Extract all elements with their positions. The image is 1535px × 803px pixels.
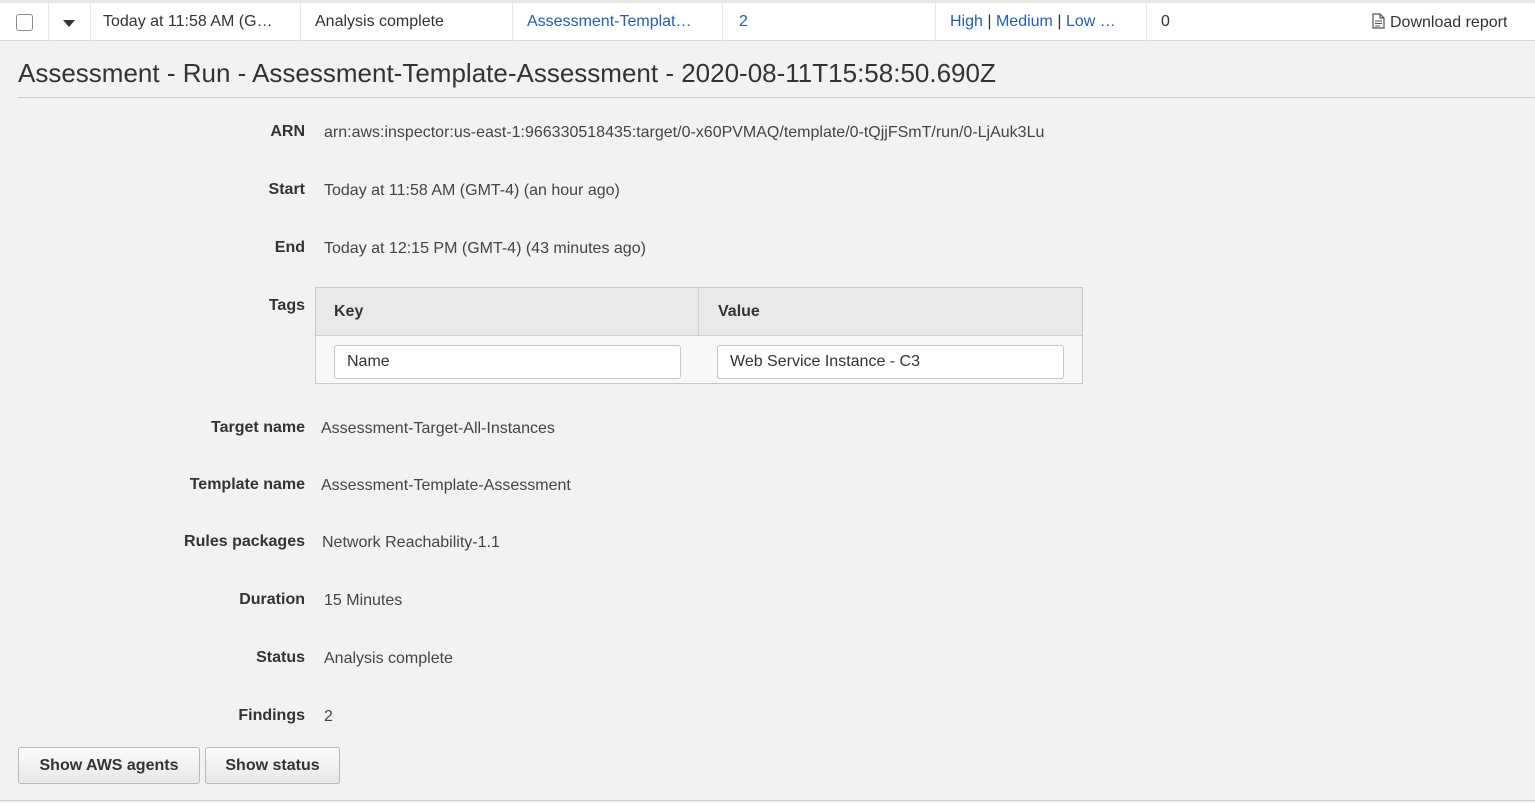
row-count: 0 bbox=[1161, 13, 1170, 30]
tags-value-header: Value bbox=[718, 303, 760, 320]
row-findings-link[interactable]: 2 bbox=[739, 13, 748, 31]
severity-medium-link[interactable]: Medium bbox=[996, 13, 1053, 30]
chevron-down-icon[interactable] bbox=[63, 20, 75, 27]
end-label: End bbox=[274, 239, 305, 256]
target-name-label: Target name bbox=[211, 419, 305, 436]
tags-table: Key Value bbox=[315, 287, 1083, 384]
column-divider bbox=[300, 3, 301, 41]
column-divider bbox=[1146, 3, 1147, 41]
severity-separator: | bbox=[1057, 13, 1062, 30]
duration-value: 15 Minutes bbox=[324, 592, 403, 609]
bottom-divider bbox=[0, 800, 1535, 801]
severity-high-link[interactable]: High bbox=[950, 13, 983, 30]
row-start-time: Today at 11:58 AM (G… bbox=[103, 13, 273, 30]
tags-label: Tags bbox=[268, 297, 305, 314]
download-report-label: Download report bbox=[1390, 14, 1508, 31]
assessment-run-row: Today at 11:58 AM (G… Analysis complete … bbox=[0, 0, 1535, 41]
document-icon bbox=[1372, 13, 1385, 29]
rules-package-link[interactable]: Network Reachability-1.1 bbox=[322, 534, 500, 552]
tags-table-header: Key Value bbox=[316, 288, 1082, 336]
start-label: Start bbox=[268, 181, 305, 198]
column-divider bbox=[48, 3, 49, 41]
end-value: Today at 12:15 PM (GMT-4) (43 minutes ag… bbox=[324, 240, 646, 257]
duration-label: Duration bbox=[239, 591, 305, 608]
column-divider bbox=[935, 3, 936, 41]
start-value: Today at 11:58 AM (GMT-4) (an hour ago) bbox=[324, 182, 620, 199]
column-divider bbox=[90, 3, 91, 41]
show-aws-agents-button[interactable]: Show AWS agents bbox=[18, 747, 200, 784]
download-report-button[interactable]: Download report bbox=[1372, 13, 1507, 32]
row-checkbox[interactable] bbox=[16, 14, 33, 31]
row-status: Analysis complete bbox=[315, 13, 444, 30]
tag-value-field[interactable] bbox=[717, 345, 1064, 379]
column-divider bbox=[722, 3, 723, 41]
arn-value: arn:aws:inspector:us-east-1:966330518435… bbox=[324, 124, 1045, 141]
status-value: Analysis complete bbox=[324, 650, 453, 667]
row-template-link[interactable]: Assessment-Templat… bbox=[527, 13, 707, 31]
tags-key-header: Key bbox=[334, 303, 364, 320]
show-status-button[interactable]: Show status bbox=[205, 747, 340, 784]
title-divider bbox=[18, 97, 1535, 98]
template-name-link[interactable]: Assessment-Template-Assessment bbox=[321, 477, 571, 495]
findings-link[interactable]: 2 bbox=[324, 708, 333, 726]
arn-label: ARN bbox=[270, 123, 305, 140]
page-title: Assessment - Run - Assessment-Template-A… bbox=[18, 58, 996, 88]
row-severity: High | Medium | Low … bbox=[950, 13, 1130, 31]
column-divider bbox=[512, 3, 513, 41]
rules-packages-label: Rules packages bbox=[184, 533, 305, 550]
template-name-label: Template name bbox=[189, 476, 305, 493]
severity-separator: | bbox=[987, 13, 992, 30]
findings-label: Findings bbox=[238, 707, 305, 724]
severity-low-link[interactable]: Low … bbox=[1066, 13, 1116, 30]
column-divider bbox=[698, 288, 699, 336]
target-name-link[interactable]: Assessment-Target-All-Instances bbox=[321, 420, 555, 438]
tag-key-field[interactable] bbox=[334, 345, 681, 379]
status-label: Status bbox=[256, 649, 305, 666]
